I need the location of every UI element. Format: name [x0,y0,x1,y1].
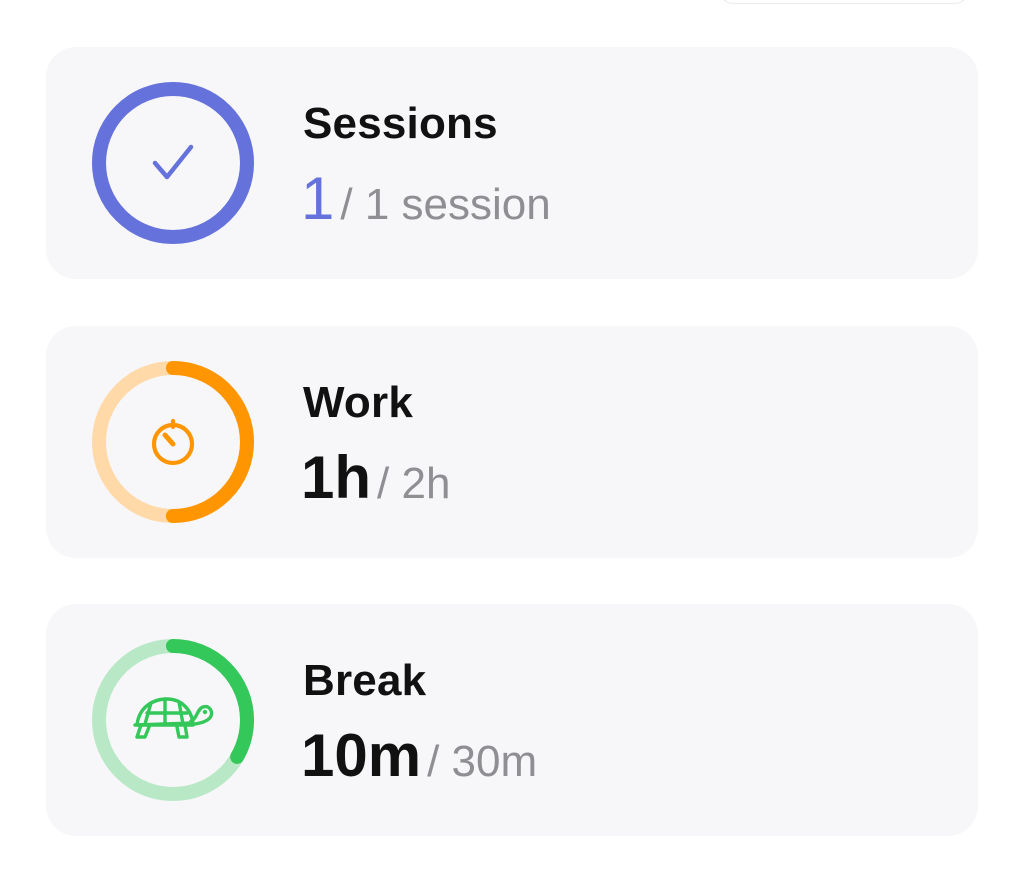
sessions-card[interactable]: Sessions 1/ 1 session [46,47,978,279]
work-value: 1h [301,444,372,511]
sessions-value: 1 [301,165,335,232]
break-card[interactable]: Break 10m/ 30m [46,604,978,836]
break-title: Break [303,656,427,705]
sessions-goal: / 1 session [340,180,551,229]
checkmark-icon [152,144,194,180]
break-value-line: 10m/ 30m [301,721,537,790]
sessions-progress-ring [90,80,256,246]
turtle-icon [133,697,214,739]
top-control-edge[interactable] [718,0,970,4]
sessions-value-line: 1/ 1 session [301,164,551,233]
work-value-line: 1h/ 2h [301,443,450,512]
break-value: 10m [301,722,422,789]
timer-icon [151,418,195,466]
work-card[interactable]: Work 1h/ 2h [46,326,978,558]
work-progress-ring [90,359,256,525]
sessions-title: Sessions [303,99,498,148]
break-progress-ring [90,637,256,803]
work-goal: / 2h [377,459,451,508]
break-goal: / 30m [427,737,538,786]
work-title: Work [303,378,414,427]
